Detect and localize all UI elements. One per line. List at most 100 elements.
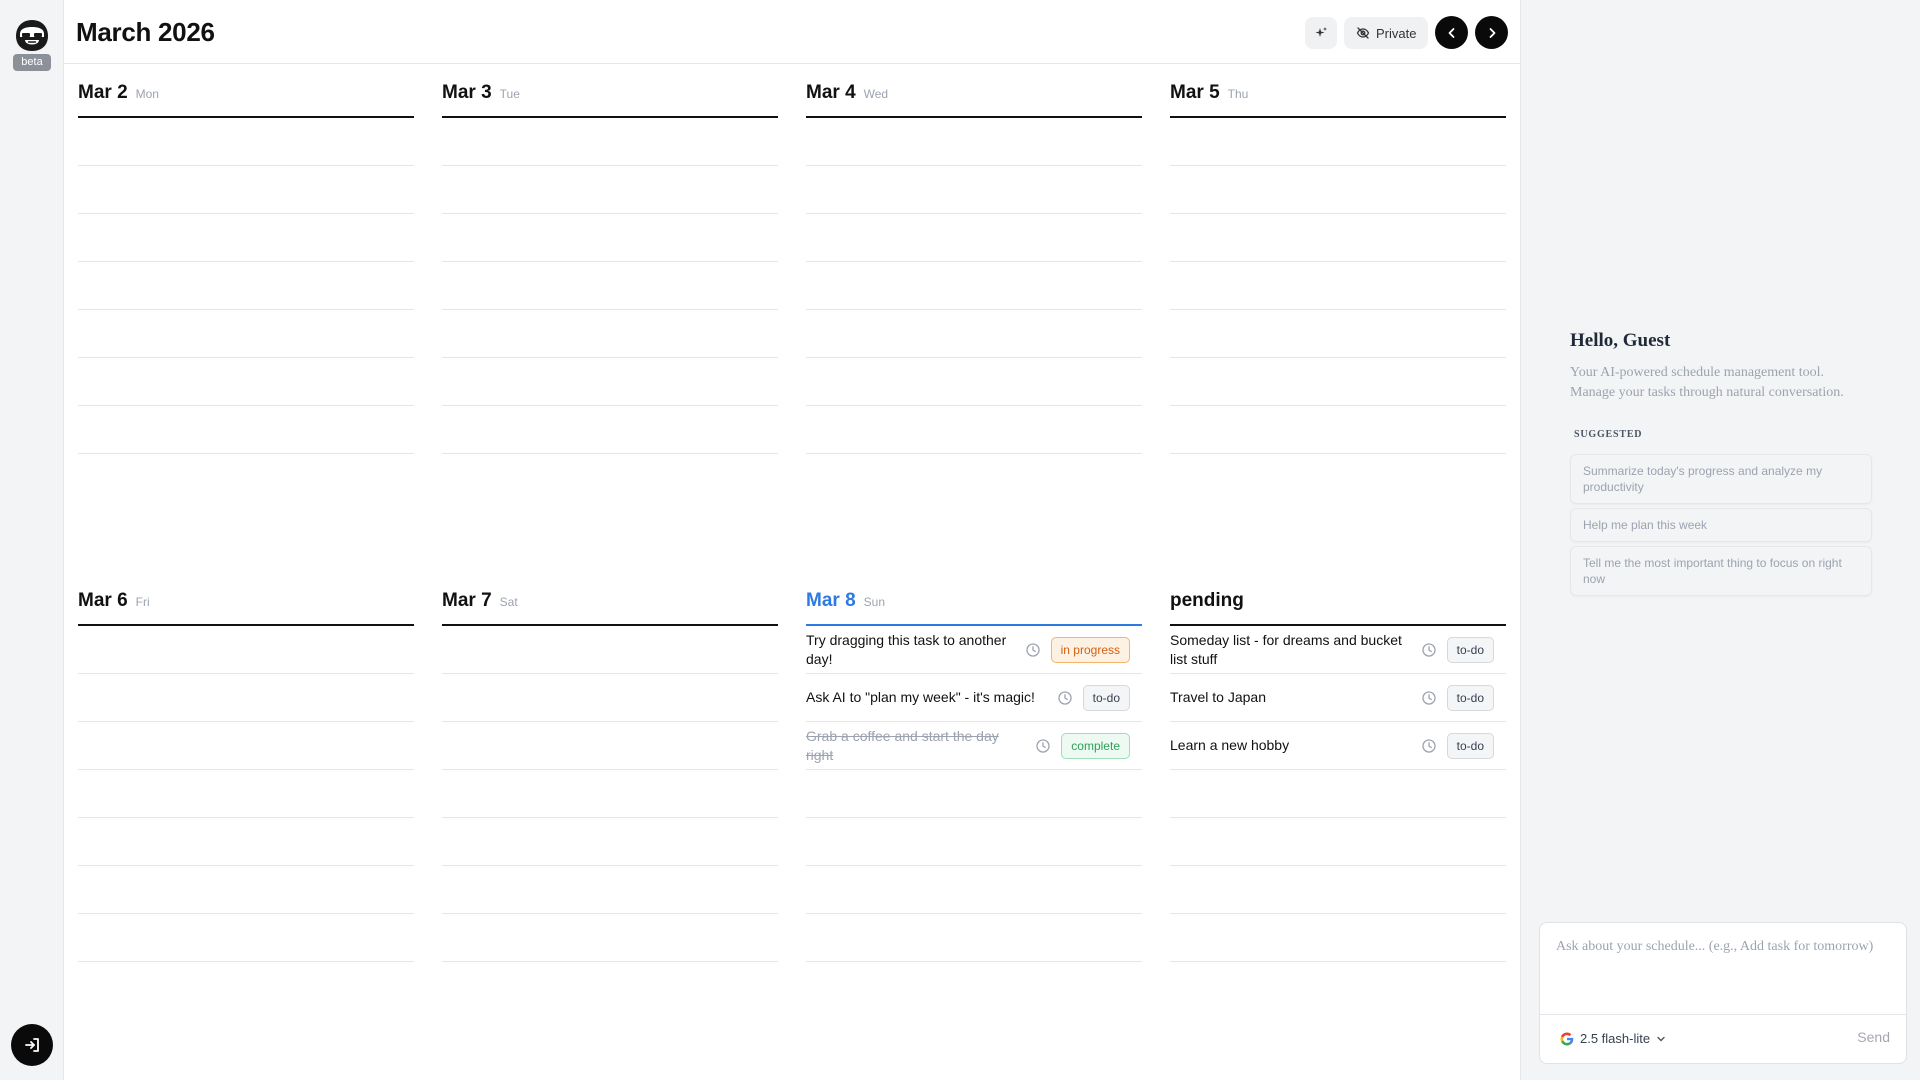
status-badge[interactable]: to-do (1446, 636, 1494, 663)
empty-slot[interactable] (78, 406, 414, 454)
empty-slot[interactable] (1170, 214, 1506, 262)
status-badge[interactable]: to-do (1446, 732, 1494, 759)
empty-slot[interactable] (78, 166, 414, 214)
empty-slot[interactable] (78, 262, 414, 310)
assistant-panel: Hello, Guest Your AI-powered schedule ma… (1520, 0, 1920, 1080)
empty-slot[interactable] (806, 866, 1142, 914)
status-badge[interactable]: in progress (1050, 636, 1130, 663)
day-column[interactable]: Mar 7 Sat (442, 578, 778, 962)
status-badge[interactable]: complete (1061, 732, 1130, 759)
day-column[interactable]: Mar 3 Tue (442, 70, 778, 454)
empty-slot[interactable] (806, 118, 1142, 166)
task-title[interactable]: Ask AI to "plan my week" - it's magic! (806, 688, 1057, 707)
task-title[interactable]: Try dragging this task to another day! (806, 631, 1025, 669)
empty-slot[interactable] (1170, 866, 1506, 914)
empty-slot[interactable] (1170, 118, 1506, 166)
empty-slot[interactable] (806, 166, 1142, 214)
task-row[interactable]: Grab a coffee and start the day right com… (806, 722, 1142, 770)
empty-slot[interactable] (1170, 914, 1506, 962)
task-row[interactable]: Ask AI to "plan my week" - it's magic! to… (806, 674, 1142, 722)
chat-input[interactable] (1540, 923, 1906, 1015)
empty-slot[interactable] (806, 310, 1142, 358)
empty-slot[interactable] (442, 914, 778, 962)
greeting-heading: Hello, Guest (1570, 330, 1671, 351)
day-column[interactable]: Mar 2 Mon (78, 70, 414, 454)
task-title[interactable]: Travel to Japan (1170, 688, 1421, 707)
empty-slot[interactable] (442, 214, 778, 262)
empty-slot[interactable] (806, 770, 1142, 818)
empty-slot[interactable] (806, 406, 1142, 454)
suggestion-plan-week[interactable]: Help me plan this week (1570, 508, 1872, 542)
task-row[interactable]: Try dragging this task to another day! in… (806, 626, 1142, 674)
empty-slot[interactable] (78, 118, 414, 166)
login-button[interactable] (11, 1024, 53, 1066)
clock-icon[interactable] (1421, 642, 1437, 658)
suggestion-summarize[interactable]: Summarize today's progress and analyze m… (1570, 454, 1872, 504)
empty-slot[interactable] (1170, 406, 1506, 454)
task-title[interactable]: Grab a coffee and start the day right (806, 727, 1035, 765)
status-badge[interactable]: to-do (1082, 684, 1130, 711)
day-column[interactable]: Mar 4 Wed (806, 70, 1142, 454)
task-row[interactable]: Learn a new hobby to-do (1170, 722, 1506, 770)
empty-slot[interactable] (1170, 166, 1506, 214)
empty-slot[interactable] (1170, 310, 1506, 358)
day-date: pending (1170, 590, 1244, 611)
empty-slot[interactable] (1170, 262, 1506, 310)
empty-slot[interactable] (442, 626, 778, 674)
chevron-left-icon (1448, 27, 1454, 38)
day-header: Mar 8 Sun (806, 578, 1142, 626)
task-row[interactable]: Someday list - for dreams and bucket lis… (1170, 626, 1506, 674)
empty-slot[interactable] (78, 214, 414, 262)
ai-sparkle-button[interactable] (1305, 17, 1337, 49)
app-logo[interactable]: beta (11, 18, 53, 72)
empty-slot[interactable] (442, 262, 778, 310)
empty-slot[interactable] (442, 310, 778, 358)
empty-slot[interactable] (806, 914, 1142, 962)
calendar-main: March 2026 Private Mar 2 Mon Mar 3 Tue Mar 4… (64, 0, 1520, 1080)
day-column[interactable]: pending Someday list - for dreams and buc… (1170, 578, 1506, 962)
empty-slot[interactable] (1170, 770, 1506, 818)
clock-icon[interactable] (1421, 738, 1437, 754)
empty-slot[interactable] (78, 914, 414, 962)
empty-slot[interactable] (78, 770, 414, 818)
empty-slot[interactable] (806, 214, 1142, 262)
empty-slot[interactable] (806, 358, 1142, 406)
task-row[interactable]: Travel to Japan to-do (1170, 674, 1506, 722)
previous-week-button[interactable] (1435, 16, 1468, 49)
private-toggle-button[interactable]: Private (1344, 17, 1429, 49)
empty-slot[interactable] (442, 770, 778, 818)
suggestion-focus[interactable]: Tell me the most important thing to focu… (1570, 546, 1872, 596)
clock-icon[interactable] (1057, 690, 1073, 706)
empty-slot[interactable] (806, 818, 1142, 866)
empty-slot[interactable] (442, 866, 778, 914)
day-column[interactable]: Mar 5 Thu (1170, 70, 1506, 454)
empty-slot[interactable] (78, 310, 414, 358)
model-selector[interactable]: 2.5 flash-lite (1560, 1031, 1666, 1046)
status-badge[interactable]: to-do (1446, 684, 1494, 711)
empty-slot[interactable] (78, 358, 414, 406)
empty-slot[interactable] (1170, 358, 1506, 406)
empty-slot[interactable] (78, 626, 414, 674)
empty-slot[interactable] (442, 722, 778, 770)
task-title[interactable]: Someday list - for dreams and bucket lis… (1170, 631, 1421, 669)
clock-icon[interactable] (1035, 738, 1051, 754)
day-column[interactable]: Mar 8 Sun Try dragging this task to anothe… (806, 578, 1142, 962)
empty-slot[interactable] (78, 818, 414, 866)
send-button[interactable]: Send (1857, 1029, 1890, 1045)
next-week-button[interactable] (1475, 16, 1508, 49)
empty-slot[interactable] (1170, 818, 1506, 866)
empty-slot[interactable] (78, 866, 414, 914)
empty-slot[interactable] (442, 818, 778, 866)
empty-slot[interactable] (442, 406, 778, 454)
empty-slot[interactable] (442, 166, 778, 214)
empty-slot[interactable] (442, 358, 778, 406)
empty-slot[interactable] (806, 262, 1142, 310)
clock-icon[interactable] (1421, 690, 1437, 706)
clock-icon[interactable] (1025, 642, 1041, 658)
empty-slot[interactable] (442, 118, 778, 166)
empty-slot[interactable] (78, 674, 414, 722)
empty-slot[interactable] (442, 674, 778, 722)
empty-slot[interactable] (78, 722, 414, 770)
day-column[interactable]: Mar 6 Fri (78, 578, 414, 962)
task-title[interactable]: Learn a new hobby (1170, 736, 1421, 755)
